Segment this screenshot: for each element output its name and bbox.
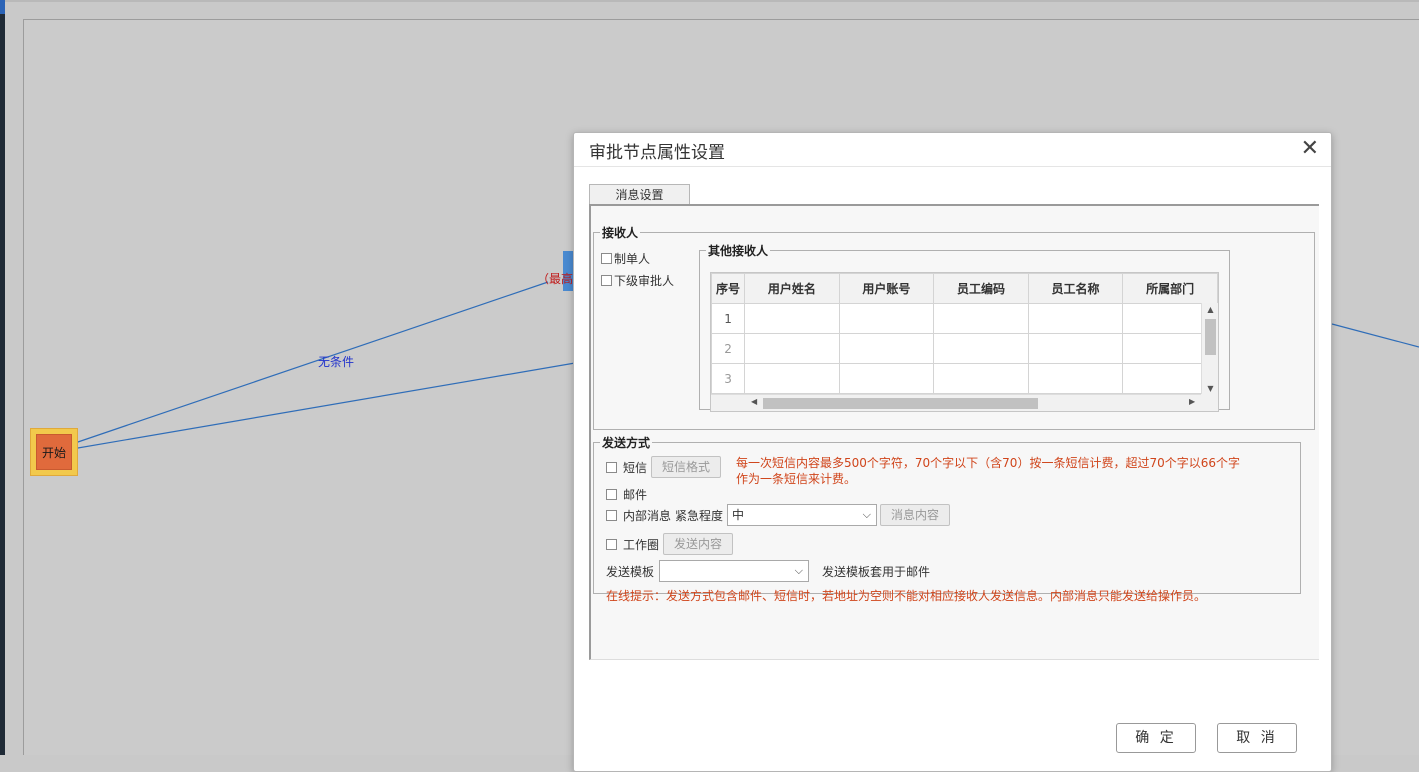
table-row[interactable]: 1: [711, 303, 1218, 334]
scroll-left-arrow-icon[interactable]: ◀: [751, 397, 757, 406]
edge-start-to-node-2: [71, 362, 576, 450]
table-cell[interactable]: [838, 333, 935, 364]
vertical-scroll-thumb[interactable]: [1205, 319, 1216, 355]
table-row[interactable]: 3: [711, 363, 1218, 394]
table-cell[interactable]: [1027, 333, 1124, 364]
receivers-grid[interactable]: 序号 用户姓名 用户账号 员工编码 员工名称 所属部门 1 2 3 ▲ ▼ ◀ …: [710, 272, 1219, 412]
close-icon[interactable]: ✕: [1301, 136, 1319, 162]
sms-checkbox-box[interactable]: [606, 462, 617, 473]
next-approver-checkbox-box[interactable]: [601, 275, 612, 286]
grid-header-row: 序号 用户姓名 用户账号 员工编码 员工名称 所属部门: [711, 273, 1218, 304]
sms-label: 短信: [623, 461, 648, 475]
table-row[interactable]: 2: [711, 333, 1218, 364]
chevron-down-icon[interactable]: ⌵: [795, 561, 803, 581]
sms-checkbox[interactable]: 短信: [606, 459, 647, 476]
template-note: 发送模板套用于邮件: [822, 565, 931, 579]
sms-billing-note-line1: 每一次短信内容最多500个字符，70个字以下（含70）按一条短信计费，超过70个…: [736, 456, 1240, 470]
cancel-button[interactable]: 取 消: [1217, 723, 1297, 753]
message-content-button[interactable]: 消息内容: [880, 504, 950, 526]
next-approver-checkbox[interactable]: 下级审批人: [601, 272, 674, 289]
dialog-header: 审批节点属性设置 ✕: [574, 133, 1331, 167]
template-label: 发送模板: [606, 565, 655, 579]
creator-label: 制单人: [614, 252, 651, 266]
col-header-user-account[interactable]: 用户账号: [838, 273, 935, 304]
approval-node-dialog: 审批节点属性设置 ✕ 消息设置 接收人 制单人 下级审批人 其他接收人 序号 用…: [573, 132, 1332, 772]
table-cell[interactable]: [744, 363, 840, 394]
creator-checkbox[interactable]: 制单人: [601, 250, 650, 267]
col-header-employee-code[interactable]: 员工编码: [933, 273, 1029, 304]
dialog-title: 审批节点属性设置: [589, 143, 725, 163]
row-index: 3: [711, 363, 746, 394]
table-cell[interactable]: [1027, 363, 1124, 394]
next-approver-label: 下级审批人: [614, 274, 675, 288]
scroll-up-arrow-icon[interactable]: ▲: [1202, 305, 1218, 314]
table-cell[interactable]: [744, 303, 840, 334]
workcircle-checkbox[interactable]: 工作圈: [606, 536, 659, 553]
col-header-employee-name[interactable]: 员工名称: [1027, 273, 1124, 304]
edge-label-none: 无条件: [318, 355, 355, 369]
table-cell[interactable]: [933, 303, 1029, 334]
table-cell[interactable]: [838, 303, 935, 334]
edge-label-highest: （最高: [537, 272, 574, 286]
receivers-group: 接收人 制单人 下级审批人 其他接收人 序号 用户姓名 用户账号 员工编码 员工…: [593, 224, 1315, 430]
receivers-legend: 接收人: [602, 226, 639, 240]
table-cell[interactable]: [1027, 303, 1124, 334]
urgency-label: 紧急程度: [675, 509, 724, 523]
edge-right: [1331, 323, 1419, 348]
mail-label: 邮件: [623, 488, 648, 502]
grid-vertical-scrollbar[interactable]: ▲ ▼: [1201, 303, 1218, 395]
scroll-corner: [1201, 394, 1218, 411]
chevron-down-icon[interactable]: ⌵: [863, 505, 871, 525]
sms-format-button[interactable]: 短信格式: [651, 456, 721, 478]
start-node-label: 开始: [36, 434, 72, 470]
other-receivers-group: 其他接收人 序号 用户姓名 用户账号 员工编码 员工名称 所属部门 1 2 3 …: [699, 242, 1230, 412]
col-header-index[interactable]: 序号: [711, 273, 746, 304]
tab-panel: 接收人 制单人 下级审批人 其他接收人 序号 用户姓名 用户账号 员工编码 员工…: [589, 204, 1319, 660]
receivers-table: 序号 用户姓名 用户账号 员工编码 员工名称 所属部门 1 2 3: [711, 273, 1218, 394]
workcircle-checkbox-box[interactable]: [606, 539, 617, 550]
table-cell[interactable]: [933, 333, 1029, 364]
col-header-user-name[interactable]: 用户姓名: [744, 273, 840, 304]
online-tip: 在线提示：发送方式包含邮件、短信时，若地址为空则不能对相应接收人发送信息。内部消…: [606, 589, 1207, 603]
send-method-group: 发送方式 短信 短信格式 每一次短信内容最多500个字符，70个字以下（含70）…: [593, 434, 1301, 603]
mail-checkbox[interactable]: 邮件: [606, 486, 647, 503]
template-select[interactable]: ⌵: [659, 560, 809, 582]
workcircle-label: 工作圈: [623, 538, 660, 552]
sms-billing-note-line2: 作为一条短信来计费。: [736, 472, 857, 486]
start-node[interactable]: 开始: [30, 428, 78, 476]
scroll-right-arrow-icon[interactable]: ▶: [1189, 397, 1195, 406]
send-content-button[interactable]: 发送内容: [663, 533, 733, 555]
urgency-select[interactable]: 中 ⌵: [727, 504, 877, 526]
grid-horizontal-scrollbar[interactable]: ◀ ▶: [711, 394, 1202, 411]
col-header-department[interactable]: 所属部门: [1122, 273, 1218, 304]
tab-message-settings[interactable]: 消息设置: [589, 184, 690, 205]
send-method-legend: 发送方式: [602, 436, 651, 450]
mail-checkbox-box[interactable]: [606, 489, 617, 500]
horizontal-scroll-thumb[interactable]: [763, 398, 1038, 409]
scroll-down-arrow-icon[interactable]: ▼: [1202, 384, 1218, 393]
confirm-button[interactable]: 确 定: [1116, 723, 1196, 753]
creator-checkbox-box[interactable]: [601, 253, 612, 264]
internal-message-checkbox[interactable]: 内部消息 紧急程度: [606, 507, 723, 524]
row-index: 1: [711, 303, 746, 334]
row-index: 2: [711, 333, 746, 364]
internal-message-label: 内部消息: [623, 509, 672, 523]
other-receivers-legend: 其他接收人: [708, 244, 769, 258]
internal-message-checkbox-box[interactable]: [606, 510, 617, 521]
table-cell[interactable]: [933, 363, 1029, 394]
edge-start-to-node: [71, 281, 549, 445]
table-cell[interactable]: [744, 333, 840, 364]
urgency-value: 中: [732, 508, 745, 522]
table-cell[interactable]: [838, 363, 935, 394]
